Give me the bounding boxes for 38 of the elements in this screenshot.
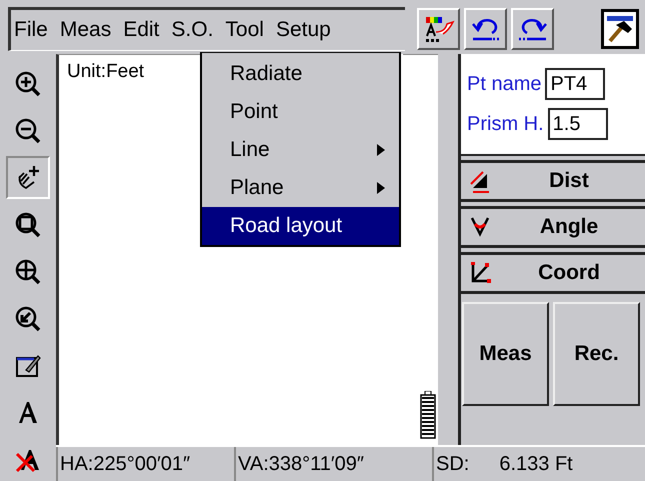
tools-button[interactable]	[601, 9, 639, 49]
input-field[interactable]: PT4	[545, 68, 606, 100]
hammer-icon	[606, 15, 634, 43]
menu-item[interactable]: File	[14, 18, 48, 42]
zoom-out-icon	[14, 116, 42, 144]
redo-button[interactable]	[511, 8, 554, 50]
menu-item[interactable]: Setup	[276, 18, 331, 42]
action-button[interactable]: Rec.	[553, 302, 640, 406]
tool-button[interactable]	[6, 156, 50, 199]
status-value: 6.133 Ft	[499, 452, 573, 476]
status-label: VA:338°11′09″	[238, 452, 364, 476]
axes-arrow-icon	[469, 260, 493, 286]
status-label: HA:225°00′01″	[60, 452, 190, 476]
zoom-in-icon	[14, 70, 42, 98]
menu-option[interactable]: Radiate	[202, 55, 399, 93]
zoom-extents-icon	[14, 258, 42, 286]
menu-item[interactable]: S.O.	[171, 18, 214, 42]
status-label: SD:	[436, 452, 470, 476]
palette-button[interactable]	[417, 8, 460, 50]
field-label: Prism H.	[467, 112, 544, 136]
menu-option[interactable]: Line	[202, 131, 399, 169]
mode-button[interactable]: Dist	[461, 160, 645, 202]
battery-icon	[420, 391, 436, 439]
menu-item[interactable]: Meas	[60, 18, 112, 42]
field-label: Pt name	[467, 72, 542, 96]
menu-option[interactable]: Point	[202, 93, 399, 131]
action-button[interactable]: Meas	[462, 302, 549, 406]
mode-button[interactable]: Angle	[461, 206, 645, 248]
menu-item[interactable]: Tool	[225, 18, 264, 42]
menu-option[interactable]: Road layout	[202, 207, 399, 245]
input-field[interactable]: 1.5	[548, 108, 608, 140]
zoom-previous-icon	[14, 304, 42, 332]
menu-option[interactable]: Plane	[202, 169, 399, 207]
zoom-window-icon	[14, 210, 42, 238]
undo-button[interactable]	[464, 8, 507, 50]
unit-label: Unit:Feet	[67, 61, 144, 83]
mode-button[interactable]: Coord	[461, 252, 645, 294]
menu-item[interactable]: Edit	[123, 18, 160, 42]
